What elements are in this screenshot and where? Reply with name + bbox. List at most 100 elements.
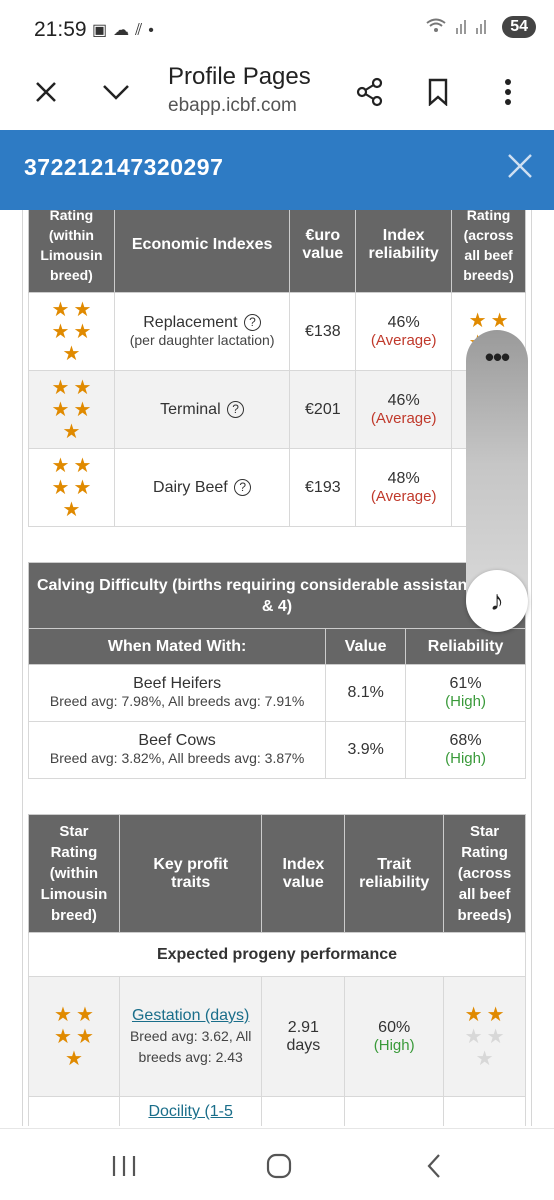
close-icon[interactable]: [506, 152, 534, 185]
notification-icons: ▣☁⫽•: [92, 22, 160, 39]
star-rating: ★ ★ ★ ★ ★: [443, 976, 526, 1097]
index-subtitle: (per daughter lactation): [129, 331, 275, 348]
reliability-label: (High): [445, 750, 486, 767]
chevron-down-icon[interactable]: [94, 70, 138, 114]
animal-id: 372212147320297: [24, 154, 224, 180]
help-icon[interactable]: ?: [234, 478, 252, 496]
reliability-cell: 46% (Average): [355, 370, 453, 449]
trait-cell: Docility (1-5: [118, 1096, 263, 1126]
star-rating-across-header: Rating (across all beef breeds): [451, 210, 526, 293]
reliability-value: 60%: [378, 1018, 411, 1036]
calving-value: 8.1%: [325, 664, 407, 722]
modal-header: 372212147320297: [0, 130, 554, 210]
star-rating: ★ ★ ★ ★ ★: [28, 370, 115, 449]
index-name-cell: Replacement ? (per daughter lactation): [113, 292, 291, 371]
star-rating: ★ ★ ★ ★ ★: [28, 292, 115, 371]
reliability-value: 46%: [387, 391, 420, 409]
reliability-cell: 68% (High): [405, 721, 526, 779]
euro-value-header: €uro value: [289, 210, 357, 293]
index-value-header: Index value: [261, 814, 346, 933]
frame-line: [531, 210, 532, 1126]
economic-index-table: Rating (within Limousin breed) Economic …: [28, 210, 526, 527]
calving-title: Calving Difficulty (births requiring con…: [28, 562, 526, 629]
bookmark-icon[interactable]: [416, 70, 460, 114]
star-rating-across-header: Star Rating (across all beef breeds): [443, 814, 526, 933]
help-icon[interactable]: ?: [227, 400, 245, 418]
index-name: Terminal: [160, 400, 221, 418]
reliability-value: 61%: [449, 675, 482, 692]
more-options-icon[interactable]: •••: [466, 342, 528, 373]
trait-link[interactable]: Gestation (days): [132, 1007, 249, 1024]
system-icons: 54: [426, 16, 536, 38]
trait-reliability-header: Trait reliability: [344, 814, 445, 933]
reliability-cell: 48% (Average): [355, 448, 453, 527]
trait-cell: Gestation (days) Breed avg: 3.62, All bre…: [118, 976, 263, 1097]
index-name-cell: Dairy Beef ?: [113, 448, 291, 527]
trait-value: 2.91 days: [261, 976, 346, 1097]
star-rating: ★ ★ ★ ★ ★: [28, 976, 120, 1097]
floating-media-panel[interactable]: ••• ♪: [466, 330, 528, 632]
share-icon[interactable]: [348, 70, 392, 114]
status-bar: 21:59 ▣☁⫽• 54: [0, 0, 554, 60]
close-icon[interactable]: [24, 70, 68, 114]
economic-indexes-header: Economic Indexes: [113, 210, 291, 293]
calving-value: 3.9%: [325, 721, 407, 779]
trait-link[interactable]: Docility (1-5: [148, 1103, 232, 1120]
battery-indicator: 54: [502, 16, 536, 38]
music-note-icon[interactable]: ♪: [466, 570, 528, 632]
reliability-value: 48%: [387, 469, 420, 487]
key-profit-traits-table: Star Rating (within Limousin breed) Key …: [28, 814, 526, 1126]
reliability-value: 68%: [449, 732, 482, 749]
mated-name: Beef Cows: [138, 732, 216, 749]
signal-icon: [454, 18, 494, 37]
help-icon[interactable]: ?: [243, 313, 261, 331]
star-rating: [443, 1096, 526, 1126]
reliability-cell: 61% (High): [405, 664, 526, 722]
mated-cell: Beef Heifers Breed avg: 7.98%, All breeds…: [27, 664, 327, 722]
reliability-cell: [344, 1096, 445, 1126]
page-title: Profile Pages: [168, 63, 311, 90]
profile-content[interactable]: Rating (within Limousin breed) Economic …: [0, 210, 554, 1126]
section-label: Expected progeny performance: [28, 932, 526, 977]
breed-avg: Breed avg: 7.98%, All breeds avg: 7.91%: [49, 693, 305, 709]
recent-apps-icon[interactable]: [104, 1151, 144, 1181]
star-rating: [28, 1096, 120, 1126]
reliability-header: Reliability: [405, 628, 526, 665]
value-header: Value: [325, 628, 407, 665]
star-rating: ★ ★ ★ ★ ★: [28, 448, 115, 527]
mated-with-header: When Mated With:: [27, 628, 327, 665]
reliability-label: (High): [373, 1036, 415, 1054]
reliability-label: (Average): [370, 409, 437, 427]
more-options-icon[interactable]: [486, 70, 530, 114]
index-name: Replacement: [143, 313, 238, 331]
table-row: Beef Cows Breed avg: 3.82%, All breeds av…: [27, 721, 526, 779]
breed-avg: Breed avg: 3.82%, All breeds avg: 3.87%: [49, 750, 305, 766]
back-icon[interactable]: [414, 1151, 454, 1181]
calving-difficulty-table: Calving Difficulty (births requiring con…: [27, 562, 526, 779]
table-row: ★ ★ ★ ★ ★ Gestation (days) Breed avg: 3.62, A…: [28, 976, 526, 1097]
mated-cell: Beef Cows Breed avg: 3.82%, All breeds av…: [27, 721, 327, 779]
navigation-bar: [0, 1128, 554, 1200]
reliability-cell: 46% (Average): [355, 292, 453, 371]
euro-value: €138: [289, 292, 357, 371]
home-icon[interactable]: [259, 1151, 299, 1181]
index-reliability-header: Index reliability: [355, 210, 453, 293]
reliability-label: (Average): [370, 331, 437, 349]
star-rating-within-header: Star Rating (within Limousin breed): [28, 814, 120, 933]
table-row: Docility (1-5: [28, 1096, 526, 1126]
frame-line: [22, 210, 23, 1126]
reliability-value: 46%: [387, 313, 420, 331]
index-name-cell: Terminal ?: [113, 370, 291, 449]
table-row: ★ ★ ★ ★ ★ Dairy Beef ? €193 48% (Average): [28, 448, 526, 527]
custom-tab-toolbar: Profile Pages ebapp.icbf.com: [0, 60, 554, 130]
index-name: Dairy Beef: [153, 478, 228, 496]
star-rating-within-header: Rating (within Limousin breed): [28, 210, 115, 293]
table-row: ★ ★ ★ ★ ★ Terminal ? €201 46% (Average): [28, 370, 526, 449]
status-time: 21:59: [34, 18, 87, 41]
table-row: ★ ★ ★ ★ ★ Replacement ? (per daughter lactat…: [28, 292, 526, 371]
page-url[interactable]: ebapp.icbf.com: [168, 95, 297, 117]
wifi-icon: [426, 18, 446, 37]
key-profit-traits-header: Key profit traits: [118, 814, 263, 933]
trait-value: [261, 1096, 346, 1126]
reliability-label: (Average): [370, 487, 437, 505]
